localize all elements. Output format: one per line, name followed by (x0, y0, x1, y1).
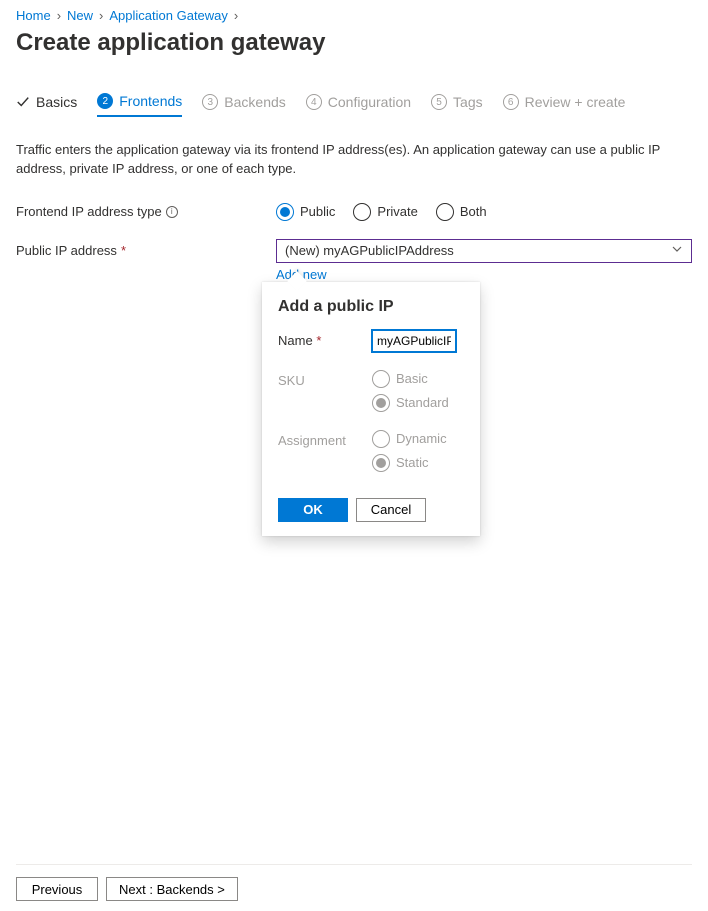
radio-circle-icon (353, 203, 371, 221)
radio-assignment-static: Static (372, 454, 447, 472)
assignment-label: Assignment (278, 430, 372, 448)
sku-label: SKU (278, 370, 372, 388)
required-asterisk-icon: * (121, 243, 126, 258)
next-button[interactable]: Next : Backends > (106, 877, 238, 901)
cancel-button[interactable]: Cancel (356, 498, 426, 522)
page-title: Create application gateway (16, 29, 692, 57)
radio-circle-icon (372, 454, 390, 472)
popover-sku-row: SKU Basic Standard (278, 370, 464, 412)
step-number-icon: 5 (431, 94, 447, 110)
radio-label: Dynamic (396, 431, 447, 446)
tab-label: Tags (453, 94, 483, 110)
tab-label: Backends (224, 94, 285, 110)
step-number-icon: 4 (306, 94, 322, 110)
radio-sku-basic: Basic (372, 370, 449, 388)
tab-label: Basics (36, 94, 77, 110)
sku-radio-group: Basic Standard (372, 370, 449, 412)
popover-title: Add a public IP (278, 298, 464, 316)
radio-circle-icon (436, 203, 454, 221)
radio-circle-icon (276, 203, 294, 221)
public-ip-select[interactable]: (New) myAGPublicIPAddress (276, 239, 692, 263)
radio-label: Basic (396, 371, 428, 386)
tab-configuration[interactable]: 4 Configuration (306, 94, 411, 116)
tab-basics[interactable]: Basics (16, 94, 77, 116)
label-text: Public IP address (16, 243, 117, 258)
frontend-ip-type-radio-group: Public Private Both (276, 203, 487, 221)
name-input[interactable] (372, 330, 456, 352)
radio-public[interactable]: Public (276, 203, 335, 221)
step-number-icon: 2 (97, 93, 113, 109)
breadcrumb: Home › New › Application Gateway › (16, 0, 692, 23)
radio-circle-icon (372, 370, 390, 388)
radio-label: Standard (396, 395, 449, 410)
public-ip-label: Public IP address * (16, 243, 276, 258)
wizard-footer: Previous Next : Backends > (16, 864, 692, 901)
radio-label: Private (377, 204, 417, 219)
popover-assignment-row: Assignment Dynamic Static (278, 430, 464, 472)
chevron-right-icon: › (57, 8, 61, 23)
chevron-down-icon (671, 243, 683, 258)
label-text: Name (278, 333, 313, 348)
add-public-ip-popover: Add a public IP Name * SKU Basic Standar… (262, 282, 480, 536)
required-asterisk-icon: * (316, 333, 321, 348)
wizard-tabs: Basics 2 Frontends 3 Backends 4 Configur… (16, 93, 692, 117)
radio-circle-icon (372, 394, 390, 412)
tab-review-create[interactable]: 6 Review + create (503, 94, 626, 116)
previous-button[interactable]: Previous (16, 877, 98, 901)
radio-assignment-dynamic: Dynamic (372, 430, 447, 448)
breadcrumb-app-gateway[interactable]: Application Gateway (109, 8, 228, 23)
radio-label: Public (300, 204, 335, 219)
radio-label: Static (396, 455, 429, 470)
tab-label: Configuration (328, 94, 411, 110)
info-icon[interactable]: i (166, 206, 178, 218)
radio-label: Both (460, 204, 487, 219)
description-text: Traffic enters the application gateway v… (16, 141, 692, 179)
frontend-ip-type-row: Frontend IP address type i Public Privat… (16, 203, 692, 221)
step-number-icon: 3 (202, 94, 218, 110)
check-icon (16, 95, 30, 109)
step-number-icon: 6 (503, 94, 519, 110)
public-ip-row: Public IP address * (New) myAGPublicIPAd… (16, 239, 692, 263)
select-value: (New) myAGPublicIPAddress (285, 243, 454, 258)
frontend-ip-type-label: Frontend IP address type i (16, 204, 276, 219)
chevron-right-icon: › (234, 8, 238, 23)
breadcrumb-new[interactable]: New (67, 8, 93, 23)
tab-frontends[interactable]: 2 Frontends (97, 93, 182, 117)
name-label: Name * (278, 330, 372, 348)
radio-both[interactable]: Both (436, 203, 487, 221)
tab-label: Frontends (119, 93, 182, 109)
popover-actions: OK Cancel (278, 498, 464, 522)
breadcrumb-home[interactable]: Home (16, 8, 51, 23)
chevron-right-icon: › (99, 8, 103, 23)
popover-name-row: Name * (278, 330, 464, 352)
label-text: Frontend IP address type (16, 204, 162, 219)
assignment-radio-group: Dynamic Static (372, 430, 447, 472)
radio-circle-icon (372, 430, 390, 448)
tab-backends[interactable]: 3 Backends (202, 94, 285, 116)
tab-label: Review + create (525, 94, 626, 110)
radio-private[interactable]: Private (353, 203, 417, 221)
tab-tags[interactable]: 5 Tags (431, 94, 483, 116)
ok-button[interactable]: OK (278, 498, 348, 522)
radio-sku-standard: Standard (372, 394, 449, 412)
